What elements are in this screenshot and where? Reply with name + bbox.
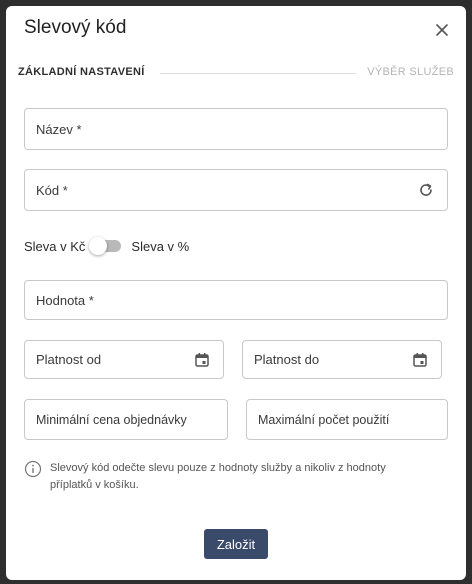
discount-code-dialog: Slevový kód ZÁKLADNÍ NASTAVENÍ VÝBĚR SLU… xyxy=(6,6,466,580)
valid-from-field[interactable]: Platnost od xyxy=(24,340,224,379)
discount-percent-label: Sleva v % xyxy=(131,238,190,254)
min-order-price-label: Minimální cena objednávky xyxy=(36,412,187,427)
stepper: ZÁKLADNÍ NASTAVENÍ VÝBĚR SLUŽEB xyxy=(18,66,454,82)
name-field[interactable]: Název * xyxy=(24,108,448,150)
toggle-knob xyxy=(89,237,108,255)
min-order-price-field[interactable]: Minimální cena objednávky xyxy=(24,399,228,440)
calendar-icon[interactable] xyxy=(192,350,212,370)
calendar-icon[interactable] xyxy=(410,350,430,370)
step-basic-settings[interactable]: ZÁKLADNÍ NASTAVENÍ xyxy=(18,66,145,78)
info-text: Slevový kód odečte slevu pouze z hodnoty… xyxy=(50,462,386,491)
info-note: Slevový kód odečte slevu pouze z hodnoty… xyxy=(24,460,424,494)
code-field[interactable]: Kód * xyxy=(24,169,448,211)
discount-type-toggle[interactable] xyxy=(89,237,122,255)
value-field-label: Hodnota * xyxy=(36,292,94,308)
name-field-label: Název * xyxy=(36,121,82,137)
discount-type-switch: Sleva v Kč Sleva v % xyxy=(24,236,189,256)
close-icon xyxy=(436,24,448,36)
refresh-icon[interactable] xyxy=(416,180,436,200)
value-field[interactable]: Hodnota * xyxy=(24,280,448,320)
dialog-title: Slevový kód xyxy=(24,17,127,38)
info-icon xyxy=(24,460,42,478)
discount-czk-label: Sleva v Kč xyxy=(24,238,86,254)
max-uses-field[interactable]: Maximální počet použití xyxy=(246,399,448,440)
step-service-selection[interactable]: VÝBĚR SLUŽEB xyxy=(367,66,454,78)
valid-from-label: Platnost od xyxy=(36,352,102,367)
code-field-label: Kód * xyxy=(36,182,68,198)
create-button[interactable]: Založit xyxy=(204,529,268,559)
valid-to-label: Platnost do xyxy=(254,352,320,367)
valid-to-field[interactable]: Platnost do xyxy=(242,340,442,379)
max-uses-label: Maximální počet použití xyxy=(258,412,390,427)
step-divider xyxy=(160,73,356,74)
close-button[interactable] xyxy=(430,18,454,42)
